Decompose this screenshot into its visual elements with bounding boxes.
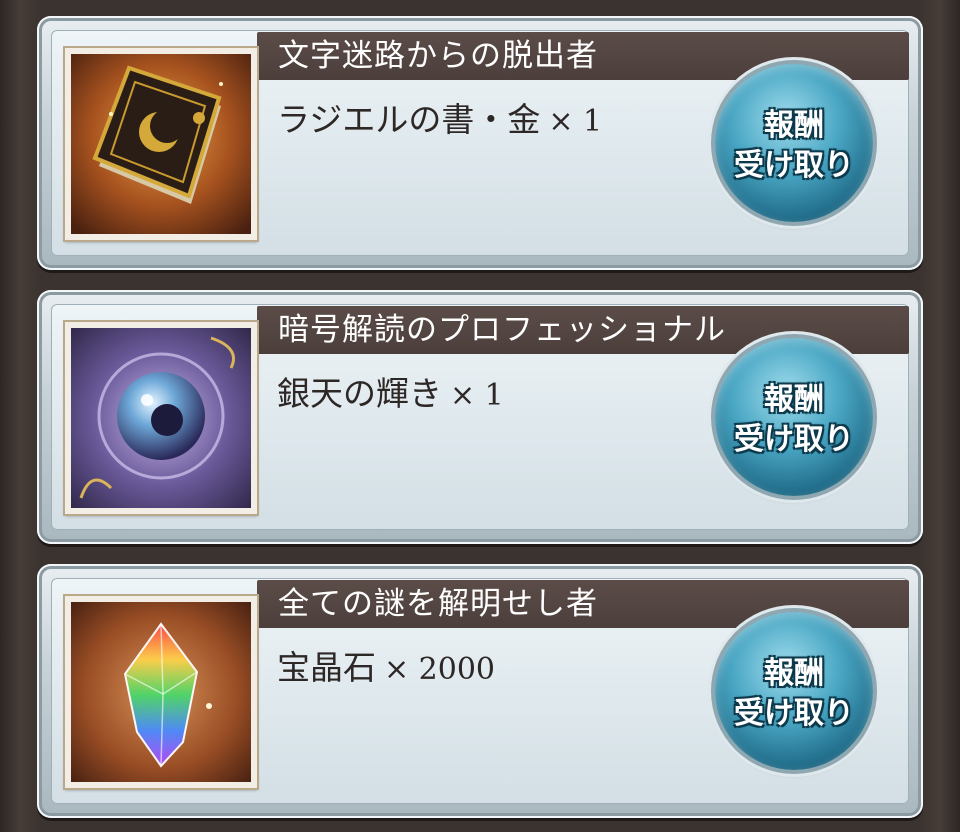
button-label-line1: 報酬: [764, 108, 824, 143]
reward-item: 銀天の輝き × 1: [277, 372, 504, 416]
reward-title: 全ての謎を解明せし者: [278, 586, 598, 622]
claim-reward-button[interactable]: 報酬 受け取り: [715, 612, 873, 770]
item-icon-frame: [65, 48, 257, 240]
reward-card-2: 暗号解読のプロフェッショナル 銀天の輝き × 1 報酬 受け取り: [37, 290, 923, 544]
rainbow-crystal-icon: [71, 602, 251, 782]
item-icon-frame: [65, 322, 257, 514]
reward-item-name: 銀天の輝き: [277, 374, 442, 413]
reward-item: ラジエルの書・金 × 1: [277, 98, 602, 142]
reward-item-name: 宝晶石: [277, 648, 376, 687]
button-label-line2: 受け取り: [734, 422, 854, 457]
reward-card-1: 文字迷路からの脱出者 ラジエルの書・金 × 1 報酬 受け取り: [37, 16, 923, 270]
button-label-line1: 報酬: [764, 656, 824, 691]
button-label-line2: 受け取り: [734, 148, 854, 183]
reward-quantity: × 2000: [384, 652, 496, 687]
button-label-line1: 報酬: [764, 382, 824, 417]
claim-reward-button[interactable]: 報酬 受け取り: [715, 64, 873, 222]
reward-quantity: × 1: [548, 104, 603, 139]
reward-card-3: 全ての謎を解明せし者 宝晶石 × 2000 報酬 受け取り: [37, 564, 923, 818]
gold-book-icon: [71, 54, 251, 234]
reward-item-name: ラジエルの書・金: [277, 100, 541, 139]
reward-title: 暗号解読のプロフェッショナル: [278, 312, 726, 348]
reward-quantity: × 1: [450, 378, 504, 413]
claim-reward-button[interactable]: 報酬 受け取り: [715, 338, 873, 496]
cosmic-orb-icon: [71, 328, 251, 508]
reward-item: 宝晶石 × 2000: [277, 646, 495, 690]
reward-title: 文字迷路からの脱出者: [278, 38, 598, 74]
button-label-line2: 受け取り: [734, 696, 854, 731]
item-icon-frame: [65, 596, 257, 788]
